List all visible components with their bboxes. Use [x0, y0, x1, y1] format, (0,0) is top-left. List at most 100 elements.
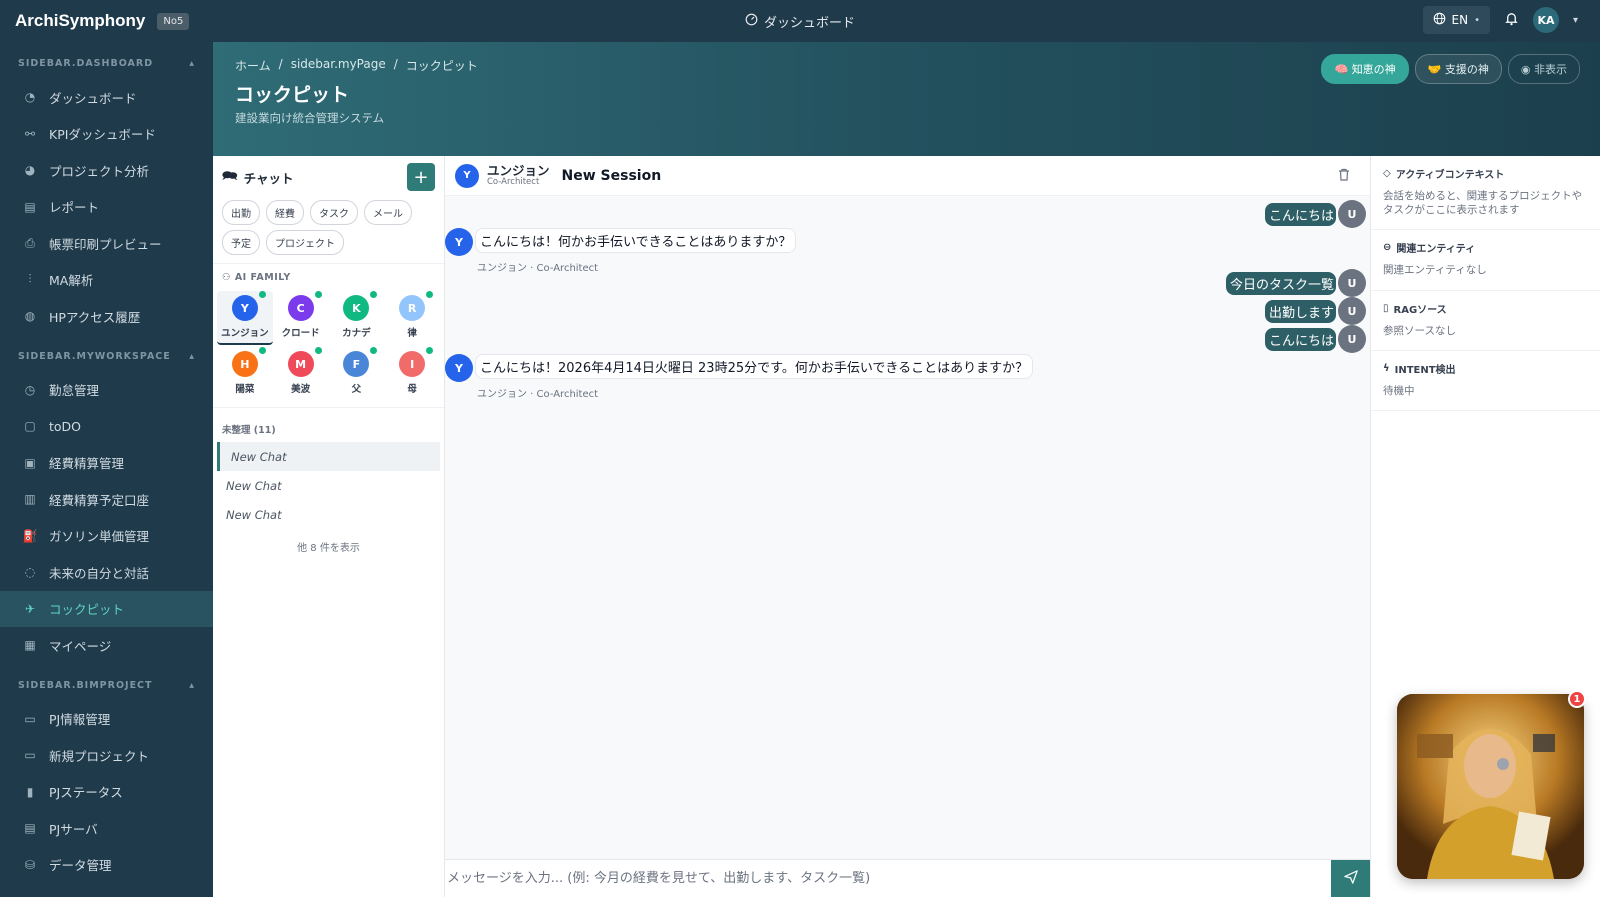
chevron-down-icon[interactable]: ▾ — [1573, 15, 1578, 26]
message-input[interactable] — [445, 859, 1331, 897]
sidebar-item-pj-status[interactable]: ▮ PJステータス — [0, 774, 213, 811]
header-actions: 🧠 知恵の神 🤝 支援の神 ◉ 非表示 — [1321, 54, 1580, 84]
sidebar-section-header[interactable]: SIDEBAR.BIMPROJECT ▴ — [0, 664, 213, 701]
chip-attendance[interactable]: 出勤 — [222, 200, 260, 225]
user-avatar: U — [1338, 325, 1366, 353]
context-section-rag: ▯ RAGソース 参照ソースなし — [1371, 291, 1600, 351]
sidebar-item-label: HPアクセス履歴 — [49, 309, 141, 325]
sidebar-item-report[interactable]: ▤ レポート — [0, 189, 213, 226]
ai-character-avatar[interactable] — [1397, 694, 1584, 879]
sidebar-item-cockpit[interactable]: ✈ コックピット — [0, 590, 213, 627]
agent-initial: Y — [240, 301, 249, 315]
sidebar-section-header[interactable]: SIDEBAR.MYWORKSPACE ▴ — [0, 335, 213, 372]
session-title[interactable]: New Session — [562, 168, 662, 184]
breadcrumb-mypage[interactable]: sidebar.myPage — [291, 57, 386, 74]
agent-father[interactable]: F 父 — [329, 347, 385, 399]
language-button[interactable]: EN • — [1422, 6, 1490, 34]
wisdom-god-button[interactable]: 🧠 知恵の神 — [1321, 54, 1409, 84]
online-dot — [258, 347, 266, 354]
ai-family-label-text: AI FAMILY — [234, 272, 291, 283]
sidebar-item-fuel-price[interactable]: ⛽ ガソリン単価管理 — [0, 518, 213, 555]
sidebar-item-label: ダッシュボード — [49, 90, 137, 106]
breadcrumb-home[interactable]: ホーム — [235, 57, 271, 74]
dashboard-icon: ◔ — [24, 90, 36, 105]
agent-ritsu[interactable]: R 律 — [384, 291, 440, 345]
printer-icon: ⎙ — [25, 235, 35, 250]
sidebar-item-label: 勤怠管理 — [49, 383, 100, 399]
sidebar-item-expense-account[interactable]: ▥ 経費精算予定口座 — [0, 481, 213, 518]
ai-message-meta: ユンジョン · Co-Architect — [477, 389, 599, 400]
target-icon: ◇ — [1383, 168, 1391, 179]
agent-name: 陽菜 — [235, 384, 255, 395]
sidebar-item-label: 経費精算管理 — [49, 456, 125, 472]
sidebar-item-pj-server[interactable]: ▤ PJサーバ — [0, 810, 213, 847]
grid-icon: ▦ — [24, 638, 36, 653]
context-section-active: ◇ アクティブコンテキスト 会話を始めると、関連するプロジェクトやタスクがここに表… — [1371, 156, 1600, 231]
chat-list-item[interactable]: New Chat — [213, 471, 444, 500]
chip-project[interactable]: プロジェクト — [266, 230, 344, 255]
sidebar-item-expense[interactable]: ▣ 経費精算管理 — [0, 445, 213, 482]
sidebar-section-dashboard: SIDEBAR.DASHBOARD ▴ ◔ ダッシュボード ⚯ KPIダッシュボード… — [0, 42, 213, 335]
context-title-text: 関連エンティティ — [1396, 244, 1476, 256]
new-chat-button[interactable]: + — [407, 163, 435, 191]
sidebar-item-print-preview[interactable]: ⎙ 帳票印刷プレビュー — [0, 225, 213, 262]
sidebar-item-data-management[interactable]: ⛁ データ管理 — [0, 847, 213, 884]
show-more-link[interactable]: 他 8 件を表示 — [213, 529, 444, 554]
send-icon — [1343, 869, 1358, 888]
sidebar-item-pj-info[interactable]: ▭ PJ情報管理 — [0, 701, 213, 738]
hide-button[interactable]: ◉ 非表示 — [1507, 54, 1580, 84]
sidebar-item-kpi-dashboard[interactable]: ⚯ KPIダッシュボード — [0, 116, 213, 153]
sidebar-section-header[interactable]: SIDEBAR.DASHBOARD ▴ — [0, 42, 213, 79]
sidebar-item-label: データ管理 — [49, 858, 112, 874]
sidebar-item-label: 未来の自分と対話 — [49, 565, 150, 581]
sidebar-item-future-self[interactable]: ◌ 未来の自分と対話 — [0, 554, 213, 591]
chip-expense[interactable]: 経費 — [266, 200, 304, 225]
context-title-text: アクティブコンテキスト — [1395, 170, 1505, 181]
sidebar-item-new-project[interactable]: ▭ 新規プロジェクト — [0, 737, 213, 774]
chat-list-item[interactable]: New Chat — [217, 442, 440, 471]
support-god-button[interactable]: 🤝 支援の神 — [1414, 54, 1502, 84]
report-icon: ▤ — [24, 199, 36, 214]
server-icon: ▤ — [24, 821, 36, 836]
agent-hina[interactable]: H 陽菜 — [217, 347, 273, 399]
user-avatar[interactable]: KA — [1532, 7, 1559, 33]
wisdom-god-label: 知恵の神 — [1351, 63, 1396, 76]
sidebar-item-dashboard[interactable]: ◔ ダッシュボード — [0, 79, 213, 116]
chip-task[interactable]: タスク — [310, 200, 358, 225]
sidebar-item-label: プロジェクト分析 — [49, 163, 150, 179]
agent-yunjeong[interactable]: Y ユンジョン — [217, 291, 273, 345]
sidebar-item-label: 新規プロジェクト — [49, 748, 150, 764]
hide-label: 非表示 — [1534, 63, 1567, 76]
bell-icon[interactable] — [1504, 11, 1519, 30]
analytics-icon: ⫶ — [28, 272, 32, 287]
bar-chart-icon: ▮ — [26, 784, 34, 799]
trash-icon[interactable] — [1338, 168, 1350, 185]
sidebar-item-attendance[interactable]: ◷ 勤怠管理 — [0, 372, 213, 409]
agent-initial: M — [295, 357, 307, 371]
chip-mail[interactable]: メール — [364, 200, 412, 225]
sidebar-section-title: SIDEBAR.DASHBOARD — [18, 58, 154, 69]
chat-list-item[interactable]: New Chat — [213, 500, 444, 529]
context-title-text: INTENT検出 — [1394, 364, 1456, 376]
send-button[interactable] — [1331, 859, 1370, 897]
agent-claude[interactable]: C クロード — [273, 291, 329, 345]
support-god-label: 支援の神 — [1444, 63, 1489, 76]
user-avatar: U — [1338, 200, 1366, 228]
agent-minami[interactable]: M 美波 — [273, 347, 329, 399]
user-message-bubble: 今日のタスク一覧 — [1225, 271, 1336, 295]
chat-group-label[interactable]: 未整理 (11) — [213, 407, 444, 442]
chip-schedule[interactable]: 予定 — [222, 230, 260, 255]
user-message-bubble: こんにちは — [1264, 202, 1336, 226]
sidebar-item-mypage[interactable]: ▦ マイページ — [0, 627, 213, 664]
agent-mother[interactable]: I 母 — [384, 347, 440, 399]
agent-kanade[interactable]: K カナデ — [329, 291, 385, 345]
sidebar-item-ma-analysis[interactable]: ⫶ MA解析 — [0, 262, 213, 299]
sidebar-item-project-analysis[interactable]: ◕ プロジェクト分析 — [0, 152, 213, 189]
sidebar-item-todo[interactable]: ▢ toDO — [0, 408, 213, 445]
top-dashboard-link[interactable]: ダッシュボード — [745, 12, 855, 31]
context-section-entities: ⊖ 関連エンティティ 関連エンティティなし — [1371, 230, 1600, 291]
sidebar-item-hp-access[interactable]: ◍ HPアクセス履歴 — [0, 298, 213, 335]
dashboard-icon — [745, 13, 758, 30]
agent-name: クロード — [281, 328, 320, 339]
brand-logo[interactable]: ArchiSymphony — [15, 11, 145, 31]
